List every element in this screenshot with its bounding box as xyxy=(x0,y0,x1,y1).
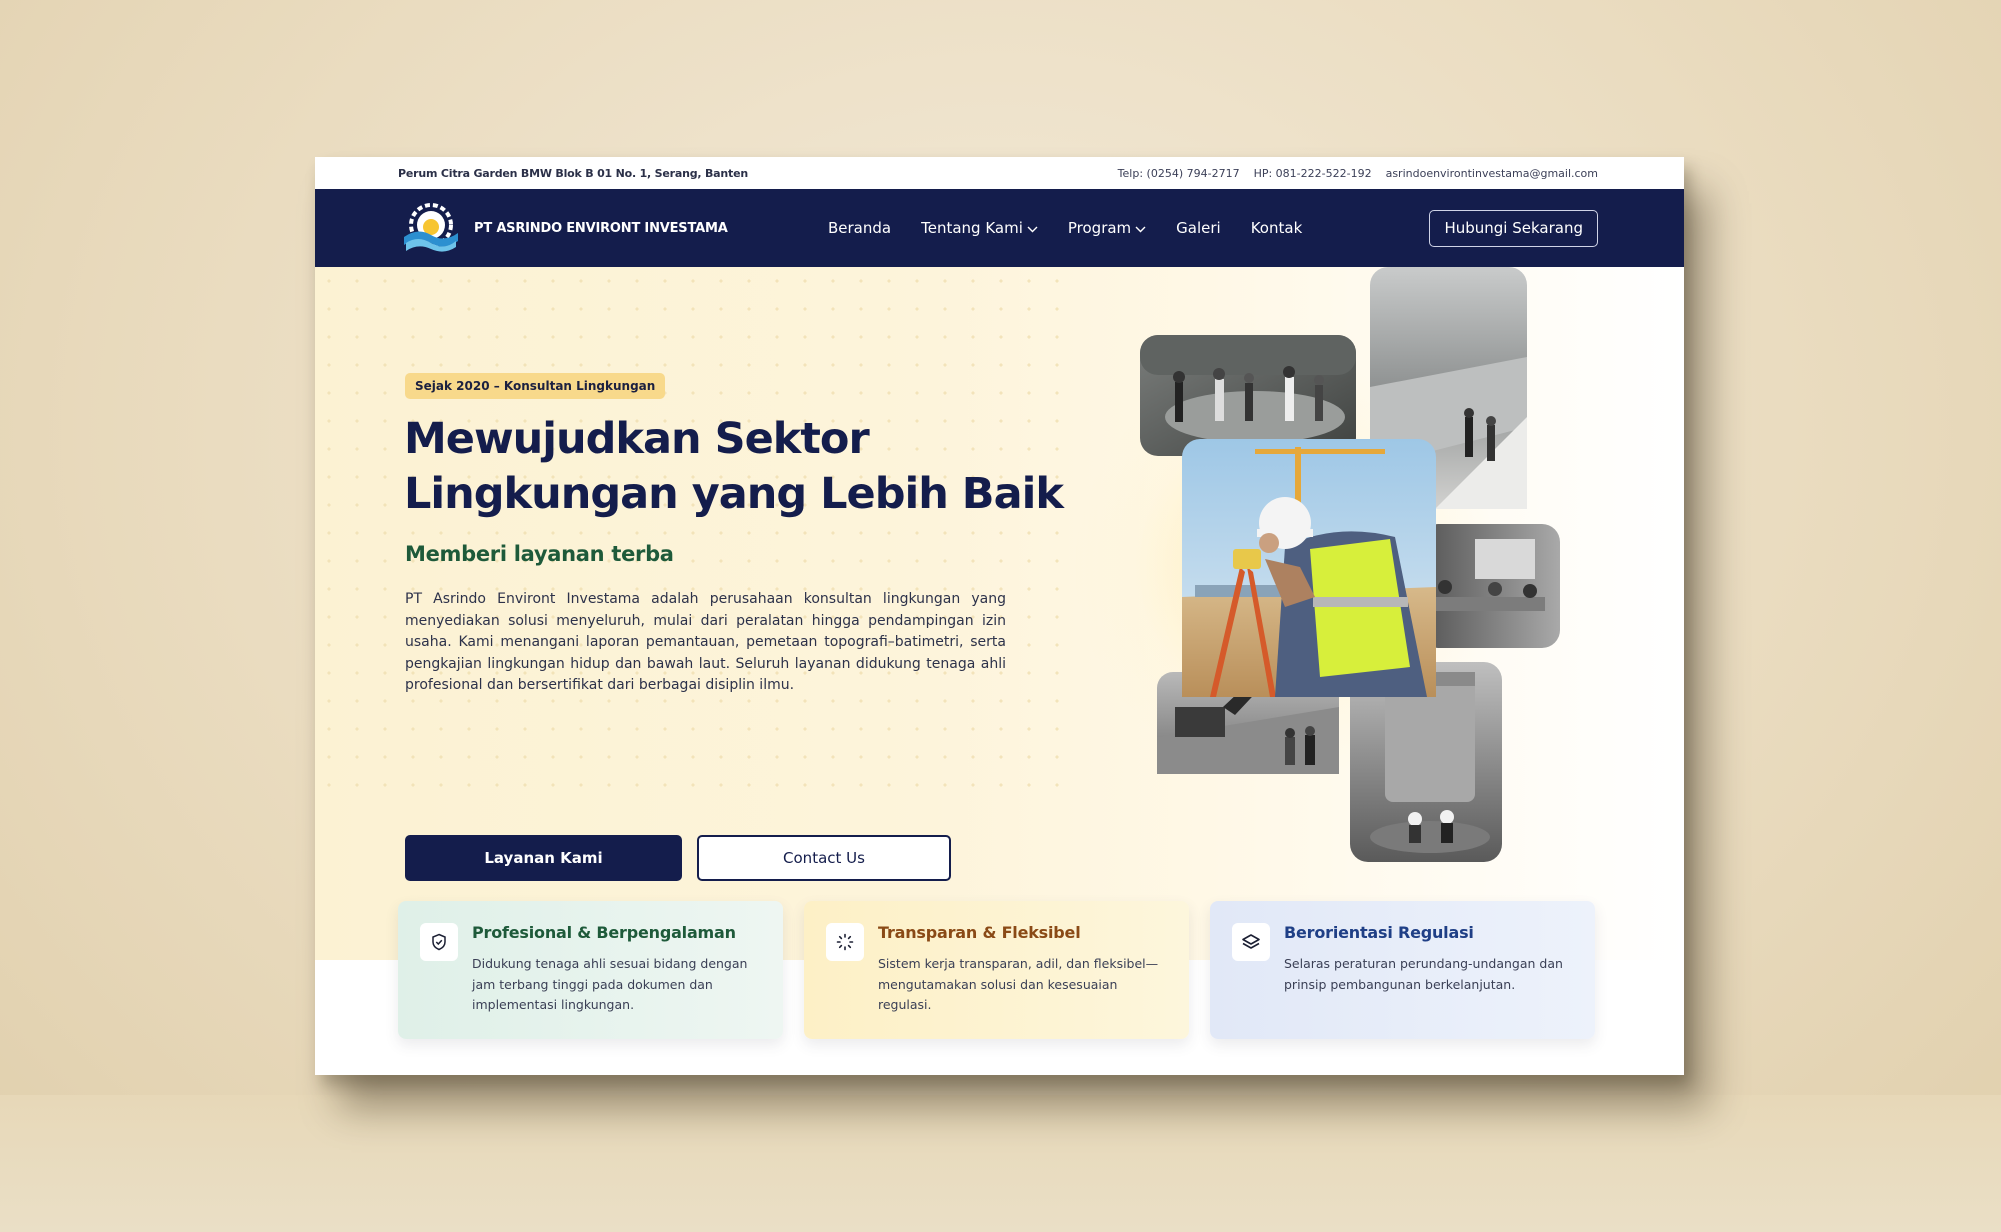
nav-item-galeri[interactable]: Galeri xyxy=(1176,219,1221,237)
photo-field-team xyxy=(1140,335,1356,456)
layers-icon xyxy=(1232,923,1270,961)
website-mockup: Perum Citra Garden BMW Blok B 01 No. 1, … xyxy=(315,157,1684,1075)
nav-item-beranda[interactable]: Beranda xyxy=(828,219,891,237)
hero-title-line1: Mewujudkan Sektor xyxy=(404,414,870,464)
mobile-text[interactable]: HP: 081-222-522-192 xyxy=(1254,167,1372,180)
since-badge: Sejak 2020 – Konsultan Lingkungan xyxy=(405,373,666,399)
nav-item-label: Tentang Kami xyxy=(921,219,1023,237)
photo-collage xyxy=(1140,267,1560,862)
hero-title-line2: Lingkungan yang Lebih Baik xyxy=(404,469,1064,519)
feature-cards: Profesional & Berpengalaman Didukung ten… xyxy=(398,901,1595,1039)
feature-title: Berorientasi Regulasi xyxy=(1284,923,1474,942)
hero-description: PT Asrindo Environt Investama adalah per… xyxy=(405,591,1006,693)
feature-description: Didukung tenaga ahli sesuai bidang denga… xyxy=(472,956,748,1012)
photo-surveyor xyxy=(1182,439,1436,697)
feature-description: Sistem kerja transparan, adil, dan fleks… xyxy=(878,956,1159,1012)
dot-pattern xyxy=(315,267,1075,787)
company-logo xyxy=(404,203,458,252)
services-button[interactable]: Layanan Kami xyxy=(405,835,682,881)
contact-now-button[interactable]: Hubungi Sekarang xyxy=(1429,209,1598,247)
email-text[interactable]: asrindoenvirontinvestama@gmail.com xyxy=(1386,167,1598,180)
nav-menu: Beranda Tentang Kami Program Galeri Kont… xyxy=(828,219,1302,237)
hero-section: Sejak 2020 – Konsultan Lingkungan Mewuju… xyxy=(315,267,1684,960)
top-info-bar: Perum Citra Garden BMW Blok B 01 No. 1, … xyxy=(315,157,1684,189)
feature-card-regulation: Berorientasi Regulasi Selaras peraturan … xyxy=(1210,901,1595,1039)
nav-item-tentang-kami[interactable]: Tentang Kami xyxy=(921,219,1038,237)
nav-item-program[interactable]: Program xyxy=(1068,219,1146,237)
photo-meeting-room xyxy=(1420,524,1560,648)
nav-item-label: Program xyxy=(1067,219,1132,237)
brand[interactable]: PT ASRINDO ENVIRONT INVESTAMA xyxy=(398,201,828,255)
feature-title: Profesional & Berpengalaman xyxy=(472,923,736,942)
hero-subtitle: Memberi layanan terba xyxy=(405,542,674,566)
feature-card-transparent: Transparan & Fleksibel Sistem kerja tran… xyxy=(804,901,1189,1039)
chevron-down-icon xyxy=(1027,226,1038,232)
phone-text[interactable]: Telp: (0254) 794-2717 xyxy=(1118,167,1240,180)
loader-icon xyxy=(826,923,864,961)
brand-name: PT ASRINDO ENVIRONT INVESTAMA xyxy=(474,220,728,236)
feature-card-professional: Profesional & Berpengalaman Didukung ten… xyxy=(398,901,783,1039)
address-text: Perum Citra Garden BMW Blok B 01 No. 1, … xyxy=(398,166,748,180)
nav-item-kontak[interactable]: Kontak xyxy=(1251,219,1303,237)
contact-info: Telp: (0254) 794-2717 HP: 081-222-522-19… xyxy=(1118,167,1598,180)
hero-title: Mewujudkan Sektor Lingkungan yang Lebih … xyxy=(404,412,1064,522)
feature-title: Transparan & Fleksibel xyxy=(878,923,1081,942)
shield-check-icon xyxy=(420,923,458,961)
nav-item-label: Kontak xyxy=(1250,219,1303,237)
contact-us-button[interactable]: Contact Us xyxy=(697,835,951,881)
chevron-down-icon xyxy=(1135,226,1146,232)
main-navbar: PT ASRINDO ENVIRONT INVESTAMA Beranda Te… xyxy=(315,189,1684,267)
feature-description: Selaras peraturan perundang-undangan dan… xyxy=(1284,956,1563,992)
backdrop-floor xyxy=(0,1095,2001,1232)
nav-item-label: Galeri xyxy=(1176,219,1221,237)
nav-item-label: Beranda xyxy=(828,219,892,237)
